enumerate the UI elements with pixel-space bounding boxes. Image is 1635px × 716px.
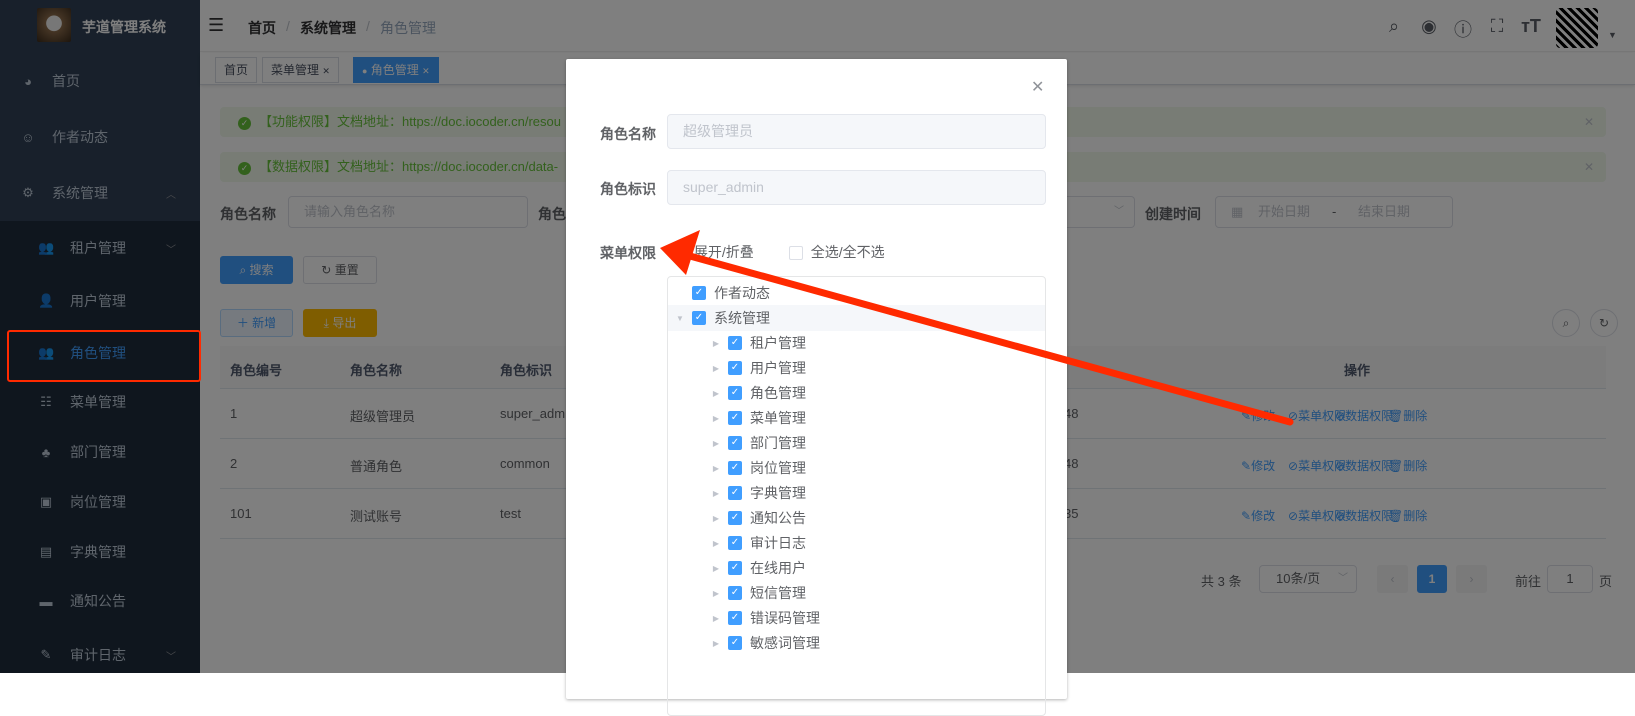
- checkbox[interactable]: [676, 246, 690, 261]
- tree-node-label: 短信管理: [750, 585, 806, 601]
- tree-node[interactable]: ▶ ✓ 用户管理: [668, 355, 1045, 381]
- checkbox[interactable]: ✓: [728, 536, 742, 550]
- checkbox[interactable]: ✓: [728, 461, 742, 475]
- tree-node[interactable]: ▶ ✓ 部门管理: [668, 430, 1045, 456]
- tree-node[interactable]: ✓ 作者动态: [668, 280, 1045, 306]
- annotation-highlight-box: [7, 330, 201, 382]
- tree-node[interactable]: ▶ ✓ 敏感词管理: [668, 630, 1045, 656]
- role-code-input[interactable]: super_admin: [667, 170, 1046, 205]
- tree-node-label: 岗位管理: [750, 460, 806, 476]
- tree-node[interactable]: ▶ ✓ 菜单管理: [668, 405, 1045, 431]
- caret-right-icon[interactable]: ▶: [710, 464, 722, 473]
- tree-node-label: 审计日志: [750, 535, 806, 551]
- tree-node-label: 角色管理: [750, 385, 806, 401]
- tree-node[interactable]: ▶ ✓ 角色管理: [668, 380, 1045, 406]
- caret-right-icon[interactable]: ▶: [710, 614, 722, 623]
- tree-node-label: 在线用户: [750, 560, 806, 576]
- caret-right-icon[interactable]: ▶: [710, 639, 722, 648]
- checkbox-label: 展开/折叠: [693, 244, 754, 260]
- caret-down-icon[interactable]: ▼: [674, 314, 686, 323]
- tree-node-label: 字典管理: [750, 485, 806, 501]
- checkbox[interactable]: ✓: [728, 436, 742, 450]
- tree-node-label: 通知公告: [750, 510, 806, 526]
- checkbox[interactable]: ✓: [692, 311, 706, 325]
- tree-node-label: 用户管理: [750, 360, 806, 376]
- checkbox-label: 全选/全不选: [810, 244, 885, 260]
- menu-tree: ✓ 作者动态 ▼ ✓ 系统管理 ▶ ✓ 租户管理 ▶ ✓ 用户管理 ▶ ✓ 角色管理 ▶ ✓ 菜单管理 ▶ ✓ 部门管…: [667, 276, 1046, 716]
- checkbox[interactable]: ✓: [728, 336, 742, 350]
- tree-node-label: 菜单管理: [750, 410, 806, 426]
- tree-node-label: 租户管理: [750, 335, 806, 351]
- caret-right-icon[interactable]: ▶: [710, 564, 722, 573]
- tree-node[interactable]: ▶ ✓ 通知公告: [668, 505, 1045, 531]
- tree-node-label: 部门管理: [750, 435, 806, 451]
- tree-node[interactable]: ▼ ✓ 系统管理: [668, 305, 1045, 331]
- checkbox[interactable]: ✓: [728, 411, 742, 425]
- role-name-input[interactable]: 超级管理员: [667, 114, 1046, 149]
- tree-node[interactable]: ▶ ✓ 在线用户: [668, 555, 1045, 581]
- menu-permission-label: 菜单权限: [600, 245, 656, 261]
- tree-node[interactable]: ▶ ✓ 租户管理: [668, 330, 1045, 356]
- checkbox[interactable]: ✓: [692, 286, 706, 300]
- checkbox[interactable]: ✓: [728, 611, 742, 625]
- tree-node[interactable]: ▶ ✓ 错误码管理: [668, 605, 1045, 631]
- caret-right-icon[interactable]: ▶: [710, 364, 722, 373]
- tree-node[interactable]: ▶ ✓ 短信管理: [668, 580, 1045, 606]
- expand-collapse-checkbox[interactable]: 展开/折叠: [676, 242, 754, 262]
- caret-right-icon[interactable]: ▶: [710, 439, 722, 448]
- checkbox[interactable]: [789, 246, 803, 261]
- menu-permission-dialog: ✕ 角色名称 超级管理员 角色标识 super_admin 菜单权限 展开/折叠…: [566, 59, 1067, 716]
- select-all-checkbox[interactable]: 全选/全不选: [789, 242, 885, 262]
- role-code-label: 角色标识: [600, 181, 656, 197]
- checkbox[interactable]: ✓: [728, 486, 742, 500]
- tree-node-label: 敏感词管理: [750, 635, 820, 651]
- checkbox[interactable]: ✓: [728, 511, 742, 525]
- checkbox[interactable]: ✓: [728, 636, 742, 650]
- caret-right-icon[interactable]: ▶: [710, 414, 722, 423]
- checkbox[interactable]: ✓: [728, 561, 742, 575]
- caret-right-icon[interactable]: ▶: [710, 589, 722, 598]
- caret-right-icon[interactable]: ▶: [710, 339, 722, 348]
- tree-node[interactable]: ▶ ✓ 岗位管理: [668, 455, 1045, 481]
- checkbox[interactable]: ✓: [728, 386, 742, 400]
- checkbox[interactable]: ✓: [728, 586, 742, 600]
- tree-node-label: 系统管理: [714, 310, 770, 326]
- tree-node[interactable]: ▶ ✓ 字典管理: [668, 480, 1045, 506]
- close-icon[interactable]: ✕: [1031, 77, 1044, 97]
- caret-right-icon[interactable]: ▶: [710, 489, 722, 498]
- tree-node-label: 作者动态: [714, 285, 770, 301]
- tree-node-label: 错误码管理: [750, 610, 820, 626]
- caret-right-icon[interactable]: ▶: [710, 389, 722, 398]
- tree-node[interactable]: ▶ ✓ 审计日志: [668, 530, 1045, 556]
- caret-right-icon[interactable]: ▶: [710, 514, 722, 523]
- caret-right-icon[interactable]: ▶: [710, 539, 722, 548]
- checkbox[interactable]: ✓: [728, 361, 742, 375]
- role-name-label: 角色名称: [600, 126, 656, 142]
